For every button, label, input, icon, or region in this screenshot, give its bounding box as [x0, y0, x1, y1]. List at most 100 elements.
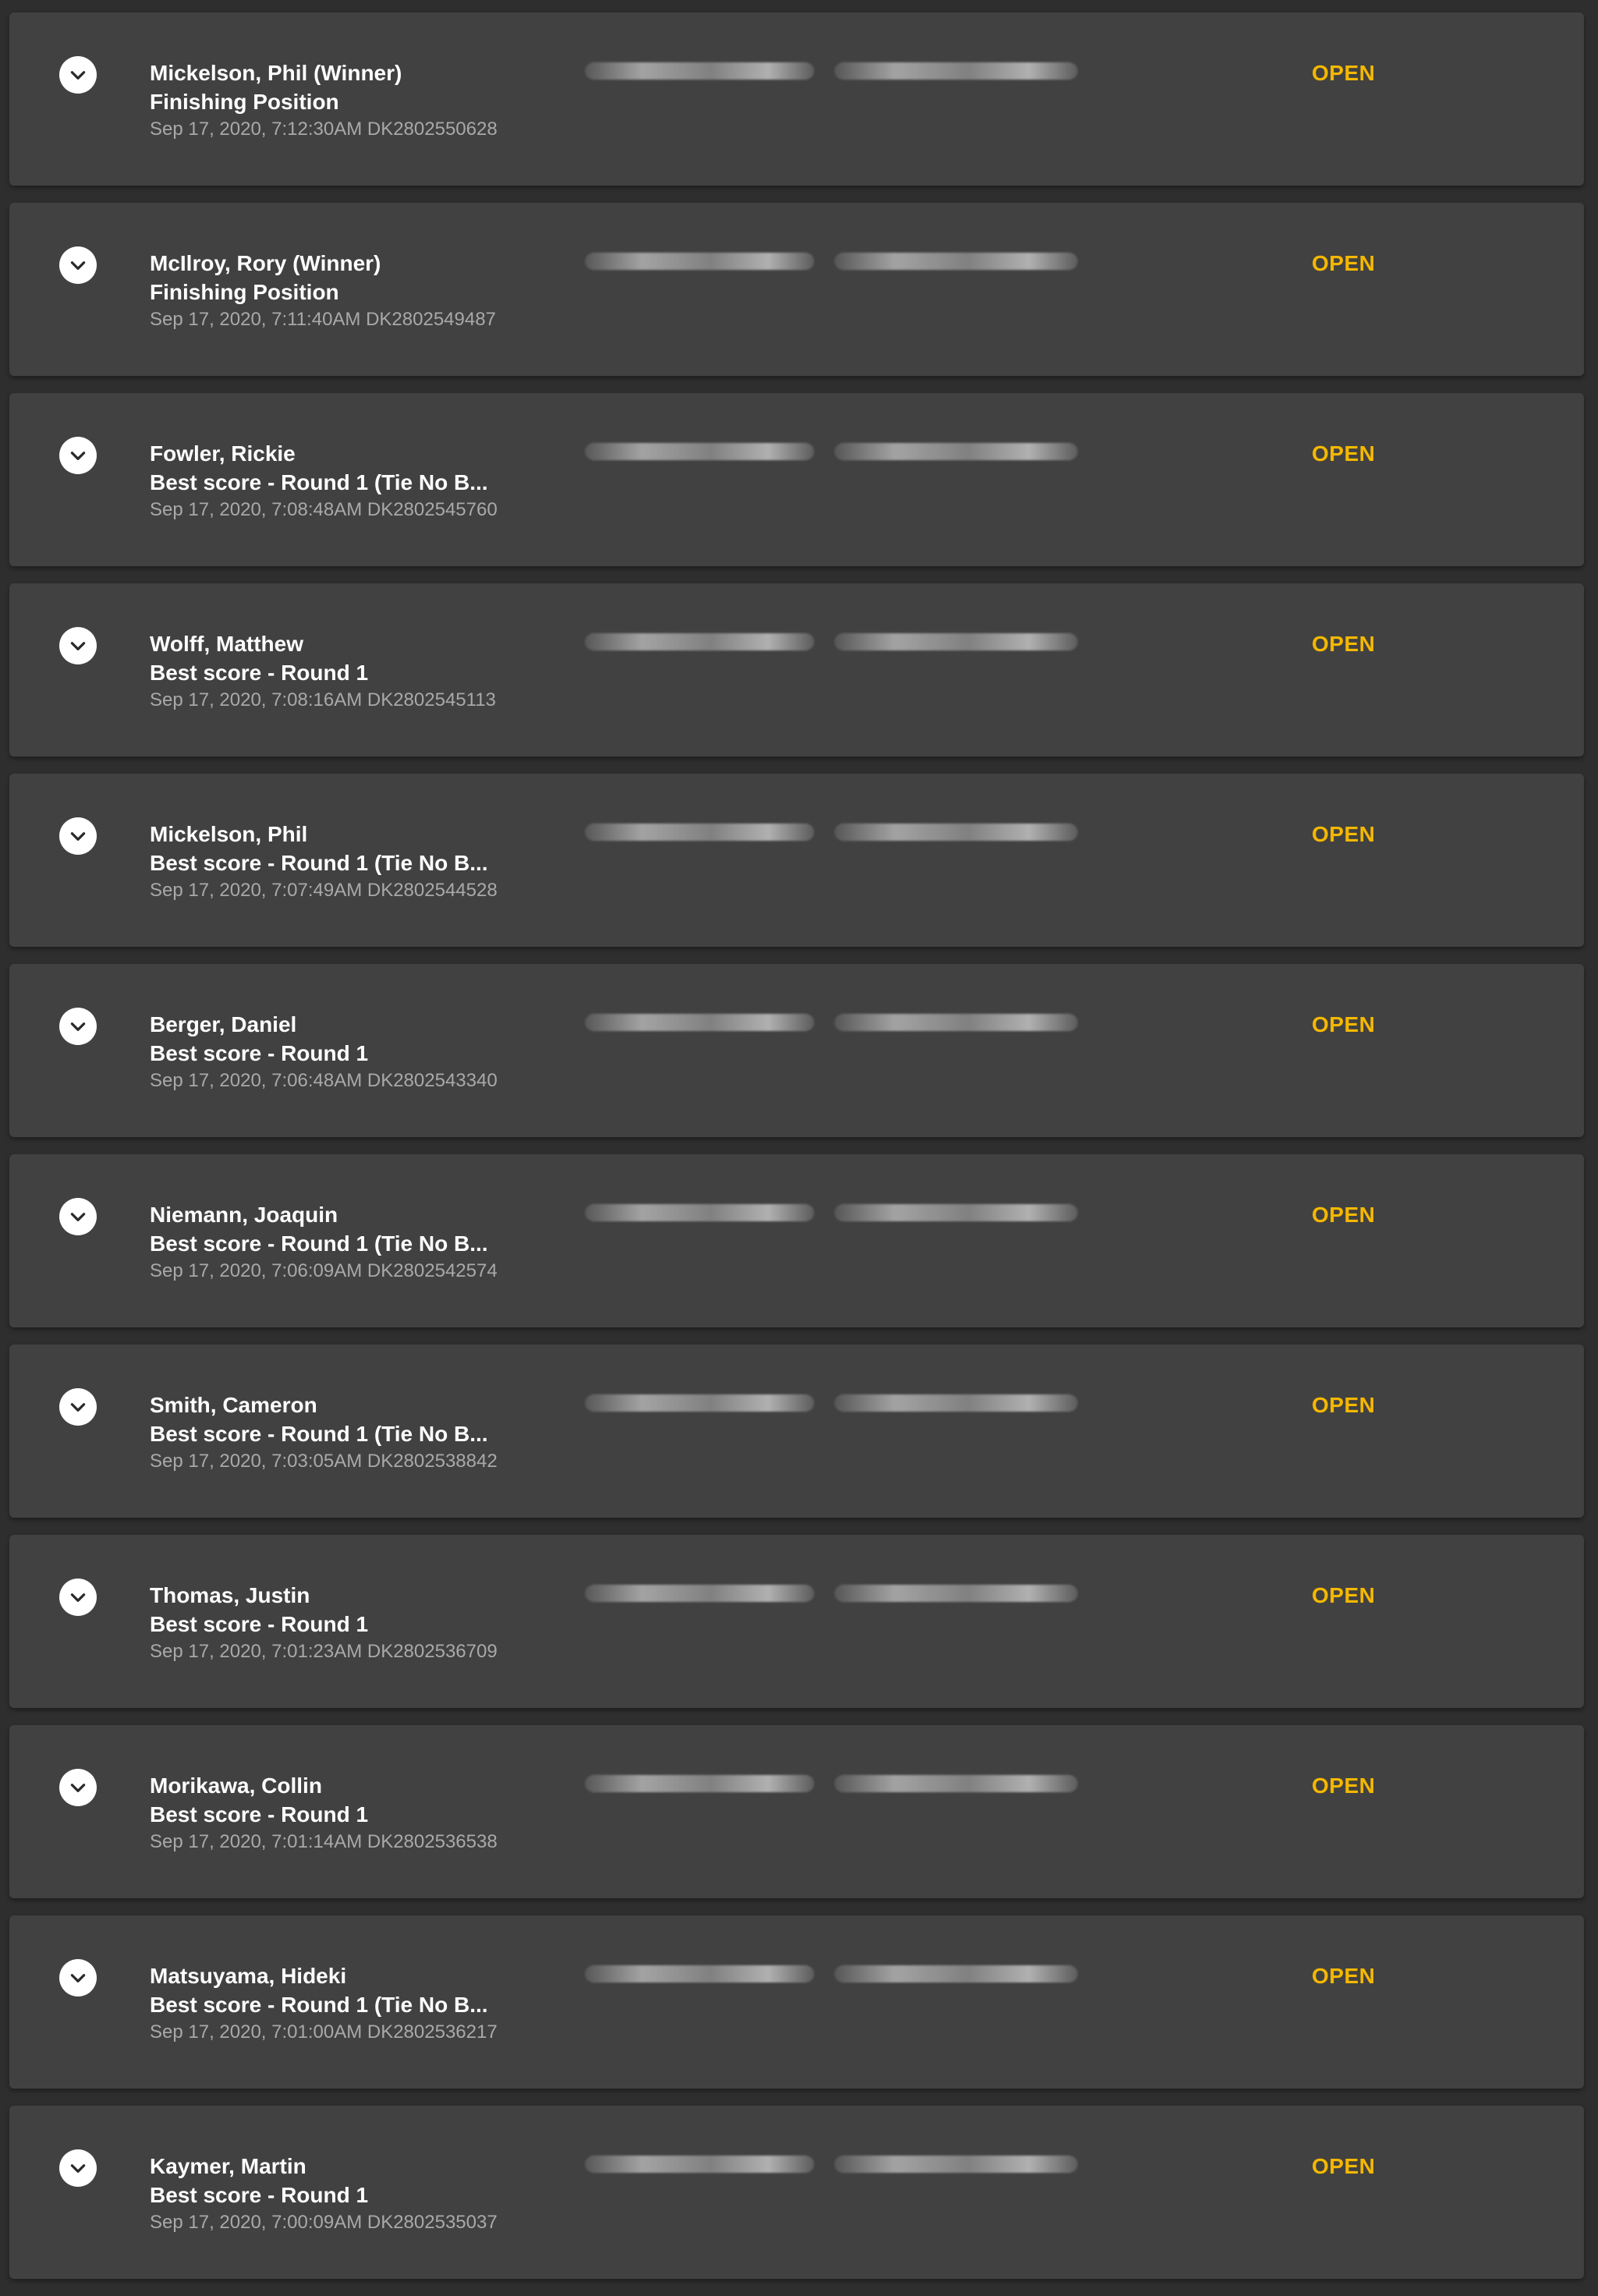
redacted-odds [585, 443, 814, 460]
expand-bet-button[interactable] [59, 1959, 97, 1997]
bet-player-name: Fowler, Rickie [150, 441, 296, 466]
expand-bet-button[interactable] [59, 1769, 97, 1806]
bet-details: Morikawa, Collin Best score - Round 1 Se… [150, 1772, 571, 1855]
bet-details: McIlroy, Rory (Winner) Finishing Positio… [150, 250, 571, 332]
bet-timestamp-id: Sep 17, 2020, 7:01:00AM DK2802536217 [150, 2021, 498, 2043]
bet-status-badge: OPEN [1312, 61, 1376, 85]
redacted-wager [834, 1585, 1078, 1602]
bet-timestamp-id: Sep 17, 2020, 7:01:23AM DK2802536709 [150, 1641, 498, 1662]
chevron-down-icon [70, 832, 86, 841]
bet-details: Niemann, Joaquin Best score - Round 1 (T… [150, 1201, 571, 1284]
bet-card[interactable]: Wolff, Matthew Best score - Round 1 Sep … [9, 583, 1584, 756]
expand-bet-button[interactable] [59, 1578, 97, 1616]
bet-player-name: McIlroy, Rory (Winner) [150, 251, 381, 275]
redacted-odds [585, 1394, 814, 1412]
bet-player-name: Mickelson, Phil (Winner) [150, 61, 402, 85]
bet-market: Best score - Round 1 (Tie No B... [150, 1422, 488, 1446]
bet-timestamp-id: Sep 17, 2020, 7:11:40AM DK2802549487 [150, 309, 496, 330]
expand-bet-button[interactable] [59, 1198, 97, 1235]
redacted-wager [834, 253, 1078, 270]
bet-player-name: Niemann, Joaquin [150, 1203, 338, 1227]
expand-bet-button[interactable] [59, 1008, 97, 1045]
bet-market: Best score - Round 1 [150, 1802, 369, 1827]
redacted-odds [585, 62, 814, 80]
bet-history-list: Mickelson, Phil (Winner) Finishing Posit… [0, 0, 1598, 2296]
bet-card[interactable]: Morikawa, Collin Best score - Round 1 Se… [9, 1725, 1584, 1898]
redacted-odds [585, 633, 814, 650]
bet-details: Smith, Cameron Best score - Round 1 (Tie… [150, 1391, 571, 1474]
bet-card[interactable]: Matsuyama, Hideki Best score - Round 1 (… [9, 1915, 1584, 2089]
bet-card[interactable]: Thomas, Justin Best score - Round 1 Sep … [9, 1535, 1584, 1708]
bet-market: Finishing Position [150, 280, 339, 304]
bet-details: Kaymer, Martin Best score - Round 1 Sep … [150, 2152, 571, 2235]
redacted-wager [834, 633, 1078, 650]
bet-player-name: Smith, Cameron [150, 1393, 317, 1417]
redacted-wager [834, 1394, 1078, 1412]
bet-market: Best score - Round 1 [150, 2183, 369, 2207]
bet-card[interactable]: Mickelson, Phil Best score - Round 1 (Ti… [9, 774, 1584, 947]
chevron-down-icon [70, 1403, 86, 1412]
chevron-down-icon [70, 261, 86, 270]
redacted-odds [585, 1585, 814, 1602]
expand-bet-button[interactable] [59, 627, 97, 664]
bet-status-badge: OPEN [1312, 1203, 1376, 1227]
bet-timestamp-id: Sep 17, 2020, 7:12:30AM DK2802550628 [150, 119, 498, 140]
expand-bet-button[interactable] [59, 437, 97, 474]
chevron-down-icon [70, 1022, 86, 1031]
bet-card[interactable]: Smith, Cameron Best score - Round 1 (Tie… [9, 1345, 1584, 1518]
bet-player-name: Thomas, Justin [150, 1583, 310, 1607]
bet-card[interactable]: Mickelson, Phil (Winner) Finishing Posit… [9, 12, 1584, 186]
bet-details: Berger, Daniel Best score - Round 1 Sep … [150, 1011, 571, 1093]
bet-market: Best score - Round 1 [150, 1612, 369, 1636]
bet-timestamp-id: Sep 17, 2020, 7:08:16AM DK2802545113 [150, 689, 496, 710]
bet-status-badge: OPEN [1312, 1012, 1376, 1036]
bet-market: Best score - Round 1 (Tie No B... [150, 470, 488, 494]
expand-bet-button[interactable] [59, 1388, 97, 1426]
bet-details: Matsuyama, Hideki Best score - Round 1 (… [150, 1962, 571, 2045]
chevron-down-icon [70, 452, 86, 460]
bet-market: Best score - Round 1 (Tie No B... [150, 1993, 488, 2017]
bet-details: Fowler, Rickie Best score - Round 1 (Tie… [150, 440, 571, 523]
bet-details: Mickelson, Phil (Winner) Finishing Posit… [150, 59, 571, 142]
redacted-wager [834, 824, 1078, 841]
redacted-odds [585, 1775, 814, 1792]
bet-player-name: Wolff, Matthew [150, 632, 304, 656]
bet-player-name: Berger, Daniel [150, 1012, 297, 1036]
expand-bet-button[interactable] [59, 246, 97, 284]
expand-bet-button[interactable] [59, 817, 97, 855]
redacted-wager [834, 1204, 1078, 1221]
redacted-odds [585, 824, 814, 841]
redacted-wager [834, 62, 1078, 80]
bet-card[interactable]: Fowler, Rickie Best score - Round 1 (Tie… [9, 393, 1584, 566]
bet-card[interactable]: Berger, Daniel Best score - Round 1 Sep … [9, 964, 1584, 1137]
bet-status-badge: OPEN [1312, 1964, 1376, 1988]
expand-bet-button[interactable] [59, 56, 97, 94]
bet-player-name: Matsuyama, Hideki [150, 1964, 347, 1988]
bet-card[interactable]: Niemann, Joaquin Best score - Round 1 (T… [9, 1154, 1584, 1327]
chevron-down-icon [70, 1974, 86, 1982]
redacted-odds [585, 1204, 814, 1221]
expand-bet-button[interactable] [59, 2149, 97, 2187]
redacted-wager [834, 443, 1078, 460]
chevron-down-icon [70, 2164, 86, 2173]
chevron-down-icon [70, 1213, 86, 1221]
bet-timestamp-id: Sep 17, 2020, 7:06:48AM DK2802543340 [150, 1070, 498, 1091]
redacted-odds [585, 253, 814, 270]
bet-details: Mickelson, Phil Best score - Round 1 (Ti… [150, 820, 571, 903]
bet-market: Best score - Round 1 [150, 1041, 369, 1065]
bet-card[interactable]: Kaymer, Martin Best score - Round 1 Sep … [9, 2106, 1584, 2279]
redacted-wager [834, 1965, 1078, 1982]
bet-market: Best score - Round 1 (Tie No B... [150, 851, 488, 875]
bet-timestamp-id: Sep 17, 2020, 7:06:09AM DK2802542574 [150, 1260, 498, 1281]
bet-timestamp-id: Sep 17, 2020, 7:01:14AM DK2802536538 [150, 1831, 498, 1852]
bet-timestamp-id: Sep 17, 2020, 7:07:49AM DK2802544528 [150, 880, 498, 901]
bet-status-badge: OPEN [1312, 1583, 1376, 1607]
chevron-down-icon [70, 1593, 86, 1602]
bet-timestamp-id: Sep 17, 2020, 7:08:48AM DK2802545760 [150, 499, 498, 520]
bet-card[interactable]: McIlroy, Rory (Winner) Finishing Positio… [9, 203, 1584, 376]
bet-status-badge: OPEN [1312, 1393, 1376, 1417]
bet-status-badge: OPEN [1312, 2154, 1376, 2178]
chevron-down-icon [70, 642, 86, 650]
bet-status-badge: OPEN [1312, 822, 1376, 846]
bet-details: Thomas, Justin Best score - Round 1 Sep … [150, 1582, 571, 1664]
